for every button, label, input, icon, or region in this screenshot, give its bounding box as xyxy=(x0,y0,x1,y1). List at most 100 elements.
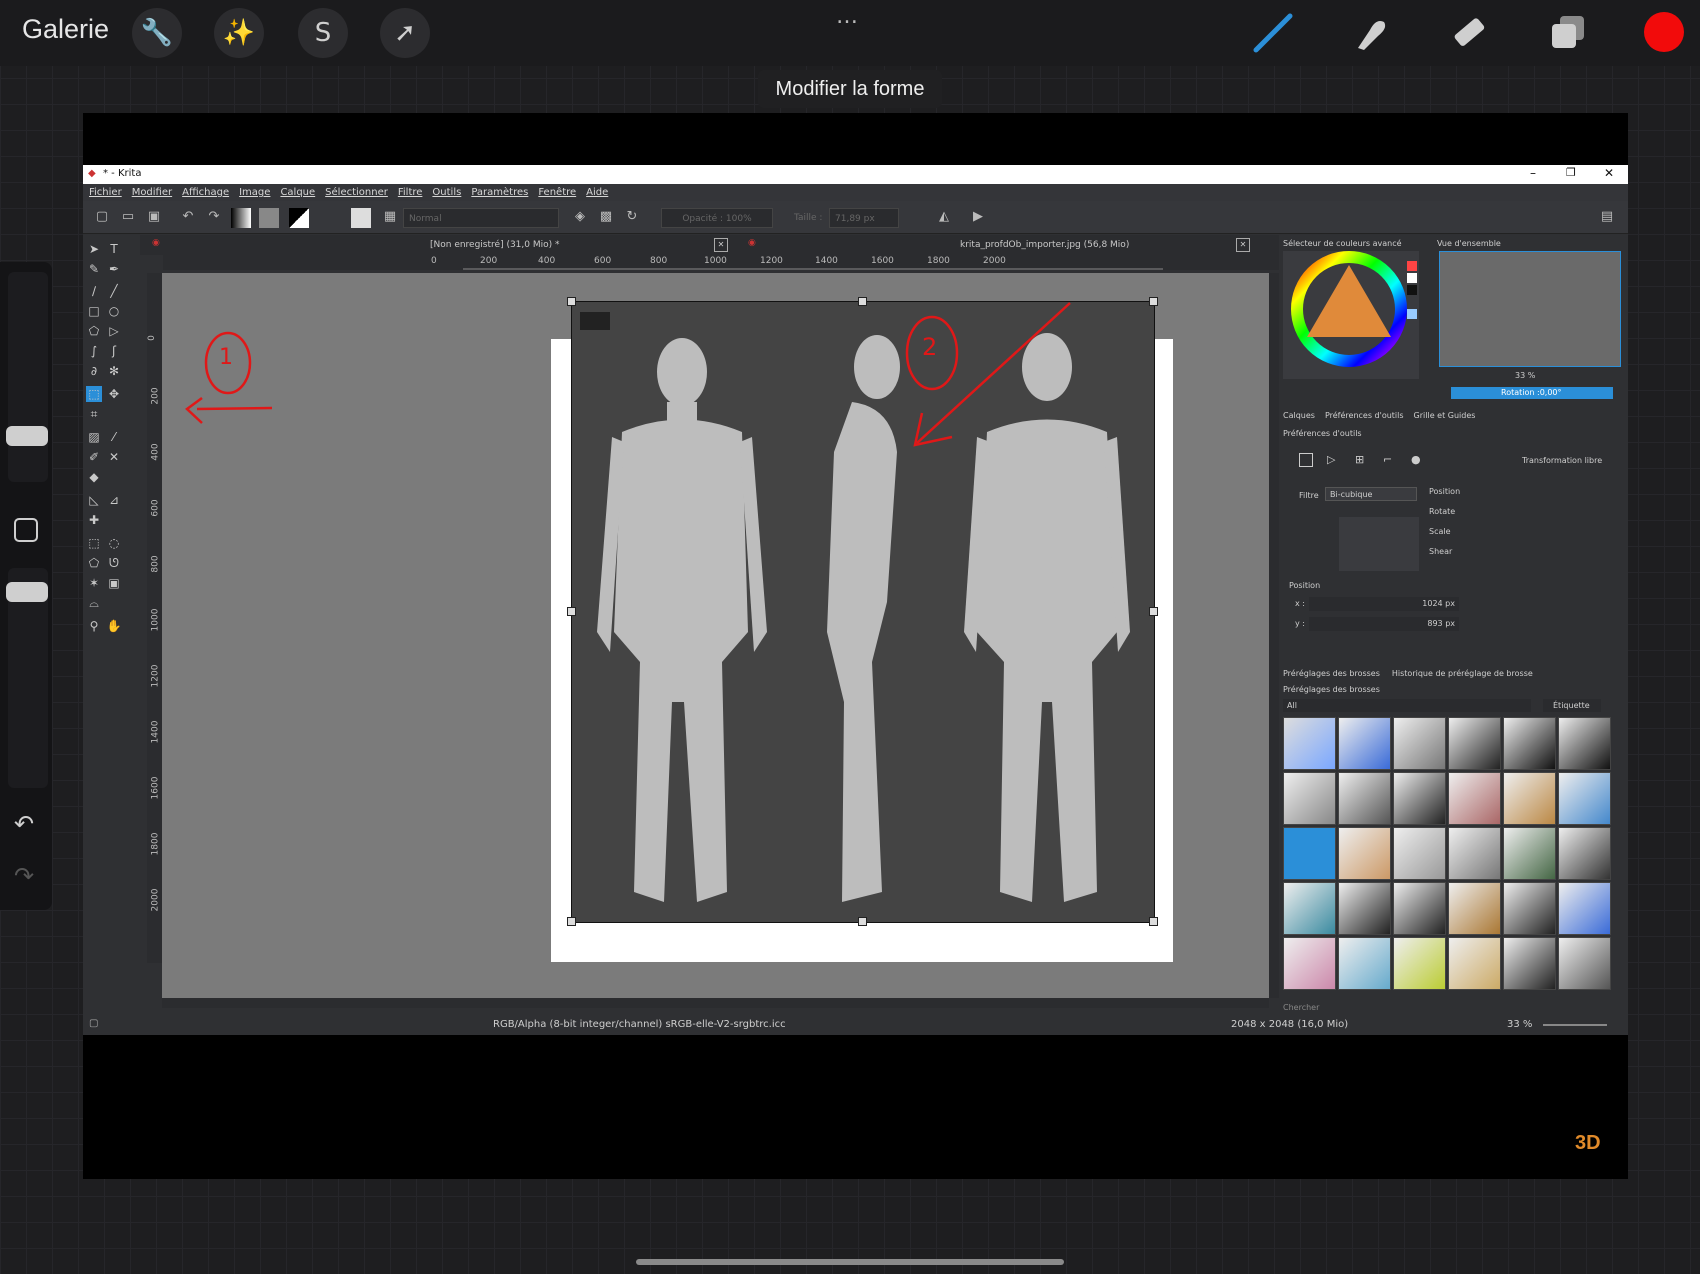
freehand-path-icon[interactable]: ʃ xyxy=(106,343,122,359)
anchor-grid[interactable] xyxy=(1339,517,1419,571)
radio-rotate[interactable]: Rotate xyxy=(1429,507,1460,527)
gallery-button[interactable]: Galerie xyxy=(22,14,109,45)
open-icon[interactable]: ▭ xyxy=(119,208,137,226)
brush-preset-item[interactable] xyxy=(1448,937,1501,990)
workspace-grid-icon[interactable]: ▦ xyxy=(381,208,399,226)
rectangle-tool-icon[interactable]: □ xyxy=(86,303,102,319)
colorize-mask-icon[interactable]: ✐ xyxy=(86,449,102,465)
ellipse-tool-icon[interactable]: ○ xyxy=(106,303,122,319)
brush-preset-item-selected[interactable] xyxy=(1283,827,1336,880)
fg-bg-color-icon[interactable] xyxy=(289,208,309,228)
edit-shapes-icon[interactable]: ✎ xyxy=(86,261,102,277)
undo-icon[interactable]: ↶ xyxy=(14,810,34,838)
transform-tool-icon[interactable]: ⬚ xyxy=(86,386,102,402)
tab-grid-guides[interactable]: Grille et Guides xyxy=(1414,411,1476,425)
brush-preset-item[interactable] xyxy=(1448,772,1501,825)
brush-preset-item[interactable] xyxy=(1448,882,1501,935)
x-position-input[interactable]: 1024 px xyxy=(1309,597,1459,611)
redo-icon[interactable]: ↷ xyxy=(205,208,223,226)
filter-select[interactable]: Bi-cubique xyxy=(1325,487,1417,501)
pattern-swatch[interactable] xyxy=(259,208,279,228)
minimize-icon[interactable]: – xyxy=(1530,166,1536,180)
opacity-field[interactable]: Opacité : 100% xyxy=(661,208,773,228)
brush-tag-filter[interactable]: All xyxy=(1283,699,1531,712)
liquify-icon[interactable]: ● xyxy=(1411,453,1421,466)
brush-preset-item[interactable] xyxy=(1558,937,1611,990)
menu-fenetre[interactable]: Fenêtre xyxy=(538,187,576,198)
rotation-slider[interactable]: Rotation :0,00° xyxy=(1451,387,1613,399)
zoom-tool-icon[interactable]: ⚲ xyxy=(86,618,102,634)
brush-preset-item[interactable] xyxy=(1393,717,1446,770)
menu-modifier[interactable]: Modifier xyxy=(132,187,172,198)
brush-preset-item[interactable] xyxy=(1283,772,1336,825)
tab-tool-options[interactable]: Préférences d'outils xyxy=(1325,411,1404,425)
close-icon[interactable]: ✕ xyxy=(1604,166,1614,180)
brush-preset-item[interactable] xyxy=(1558,882,1611,935)
eraser-icon[interactable] xyxy=(1446,10,1490,54)
brush-preset-item[interactable] xyxy=(1558,772,1611,825)
brush-preset-item[interactable] xyxy=(1338,827,1391,880)
zoom-slider[interactable] xyxy=(1543,1024,1607,1026)
tab-brush-history[interactable]: Historique de préréglage de brosse xyxy=(1392,669,1533,678)
eraser-mode-icon[interactable]: ◈ xyxy=(571,208,589,226)
dock-toggle-icon[interactable]: ▤ xyxy=(1598,208,1616,226)
measure-tool-icon[interactable]: ⊿ xyxy=(106,492,122,508)
wrench-icon[interactable]: 🔧 xyxy=(132,8,182,58)
brush-preset-item[interactable] xyxy=(1338,937,1391,990)
brush-preset-item[interactable] xyxy=(1393,827,1446,880)
polygon-select-icon[interactable]: ⬠ xyxy=(86,555,102,571)
bezier-tool-icon[interactable]: ∫ xyxy=(86,343,102,359)
dynamic-brush-icon[interactable]: ∂ xyxy=(86,363,102,379)
tab-brush-presets[interactable]: Préréglages des brosses xyxy=(1283,669,1380,678)
brush-preset-item[interactable] xyxy=(1503,772,1556,825)
smudge-icon[interactable] xyxy=(1348,10,1392,54)
menu-image[interactable]: Image xyxy=(239,187,270,198)
radio-position[interactable]: Position xyxy=(1429,487,1460,507)
menu-calque[interactable]: Calque xyxy=(280,187,315,198)
menu-affichage[interactable]: Affichage xyxy=(182,187,229,198)
alpha-lock-icon[interactable]: ▩ xyxy=(597,208,615,226)
gradient-swatch[interactable] xyxy=(231,208,251,228)
similar-select-icon[interactable]: ▣ xyxy=(106,575,122,591)
select-shape-icon[interactable]: ➤ xyxy=(86,241,102,257)
polyline-tool-icon[interactable]: ▷ xyxy=(106,323,122,339)
vertical-scrollbar[interactable] xyxy=(1269,273,1279,998)
brush-preset-item[interactable] xyxy=(1283,882,1336,935)
perspective-icon[interactable]: ▷ xyxy=(1327,453,1335,466)
line-tool-icon[interactable]: ╱ xyxy=(106,283,122,299)
redo-icon[interactable]: ↷ xyxy=(14,862,34,890)
brush-preset-item[interactable] xyxy=(1283,717,1336,770)
contiguous-select-icon[interactable]: ✶ xyxy=(86,575,102,591)
brush-preset-item[interactable] xyxy=(1503,717,1556,770)
close-tab-icon[interactable]: ✕ xyxy=(714,238,728,252)
mirror-vertical-icon[interactable]: ▶ xyxy=(969,208,987,226)
calligraphy-icon[interactable]: ✒ xyxy=(106,261,122,277)
brush-preset-item[interactable] xyxy=(1338,772,1391,825)
move-tool-icon[interactable]: ✥ xyxy=(106,386,122,402)
menu-aide[interactable]: Aide xyxy=(586,187,608,198)
tag-button[interactable]: Étiquette xyxy=(1543,699,1601,712)
free-transform-icon[interactable] xyxy=(1299,453,1313,467)
menu-outils[interactable]: Outils xyxy=(432,187,461,198)
polygon-tool-icon[interactable]: ⬠ xyxy=(86,323,102,339)
blend-mode-select[interactable]: Normal xyxy=(403,208,559,228)
horizontal-scrollbar[interactable] xyxy=(162,998,1269,1008)
restore-icon[interactable]: ❐ xyxy=(1566,166,1576,179)
size-field[interactable]: 71,89 px xyxy=(829,208,899,228)
reload-icon[interactable]: ↻ xyxy=(623,208,641,226)
brush-preset-item[interactable] xyxy=(1503,827,1556,880)
bezier-select-icon[interactable]: ⌓ xyxy=(86,595,102,611)
crop-tool-icon[interactable]: ⌗ xyxy=(86,406,102,422)
menu-filtre[interactable]: Filtre xyxy=(398,187,423,198)
brush-size-slider[interactable] xyxy=(8,272,48,482)
tab-calques[interactable]: Calques xyxy=(1283,411,1315,425)
menu-fichier[interactable]: Fichier xyxy=(89,187,122,198)
freehand-select-icon[interactable]: ᘎ xyxy=(106,555,122,571)
menu-parametres[interactable]: Paramètres xyxy=(471,187,528,198)
radio-shear[interactable]: Shear xyxy=(1429,547,1460,567)
brush-preset-item[interactable] xyxy=(1338,717,1391,770)
reference-tool-icon[interactable]: ✚ xyxy=(86,512,102,528)
mirror-horizontal-icon[interactable]: ◭ xyxy=(935,208,953,226)
multibrush-icon[interactable]: ✻ xyxy=(106,363,122,379)
new-document-icon[interactable]: ▢ xyxy=(93,208,111,226)
